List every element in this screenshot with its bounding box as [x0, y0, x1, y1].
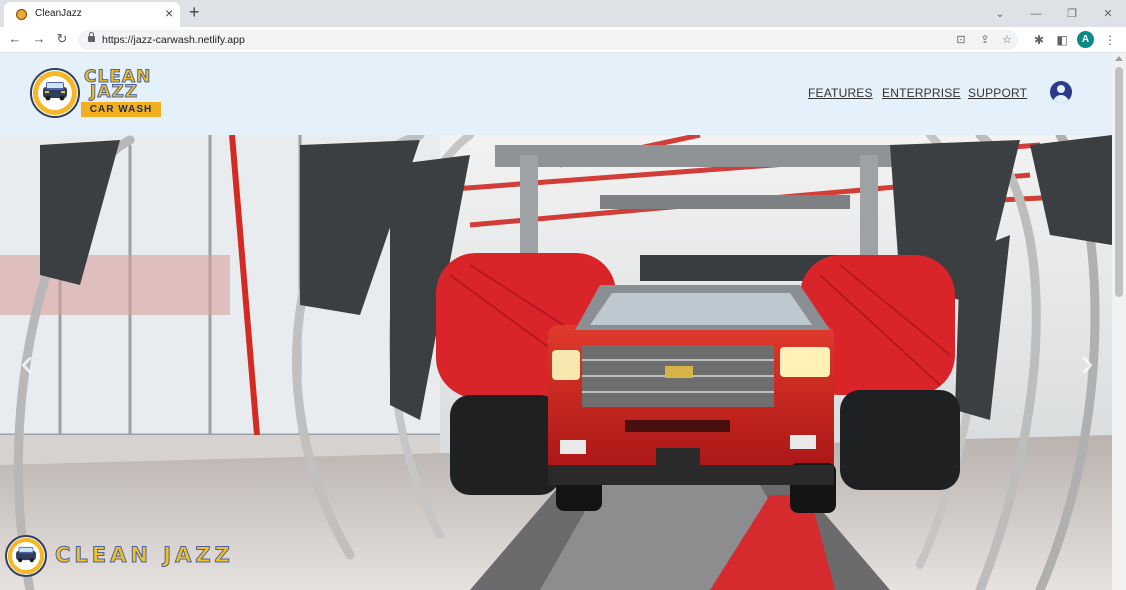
url-text[interactable]: https://jazz-carwash.netlify.app [102, 34, 245, 46]
logo-tagline: CAR WASH [81, 102, 161, 117]
hero-carousel: ‹ › CLEAN JAZZ [0, 135, 1112, 590]
user-account-icon[interactable] [1050, 81, 1072, 103]
site-logo[interactable]: CLEAN JAZZ CAR WASH [30, 67, 162, 120]
favicon-icon [16, 9, 27, 20]
extensions-icon[interactable]: ✱ [1030, 31, 1048, 49]
reload-icon[interactable]: ↻ [53, 30, 71, 48]
forward-icon[interactable]: → [30, 30, 48, 48]
profile-avatar[interactable]: A [1077, 31, 1094, 48]
hero-car-wash-image [0, 135, 1112, 590]
logo-word-jazz: JAZZ [89, 82, 139, 103]
nav-link-features[interactable]: FEATURES [808, 86, 873, 100]
scroll-thumb[interactable] [1115, 67, 1123, 297]
hero-caption-logo: CLEAN JAZZ [5, 535, 245, 579]
site-header: CLEAN JAZZ CAR WASH FEATURES ENTERPRISE … [0, 53, 1112, 135]
hero-logo-text: CLEAN JAZZ [55, 543, 234, 568]
address-bar[interactable]: https://jazz-carwash.netlify.app ⊡ ⇪ ☆ [78, 30, 1018, 50]
scroll-up-arrow-icon[interactable] [1115, 56, 1123, 61]
tab-title: CleanJazz [35, 8, 82, 19]
menu-icon[interactable]: ⋮ [1101, 31, 1119, 49]
close-window-icon[interactable]: ✕ [1090, 0, 1126, 27]
logo-badge [30, 68, 80, 118]
lock-icon[interactable] [88, 32, 95, 42]
page-scrollbar[interactable] [1112, 53, 1126, 590]
car-wash-logo-icon [33, 71, 77, 115]
tab-search-icon[interactable]: ⌄ [982, 0, 1018, 27]
browser-tab[interactable]: CleanJazz × [4, 2, 180, 27]
browser-tabstrip: CleanJazz × + ⌄ — ❐ ✕ [0, 0, 1126, 27]
tab-close-icon[interactable]: × [165, 5, 173, 21]
side-panel-icon[interactable]: ◧ [1053, 31, 1071, 49]
back-icon[interactable]: ← [6, 30, 24, 48]
car-wash-logo-icon [7, 537, 45, 575]
bookmark-star-icon[interactable]: ☆ [1000, 33, 1014, 47]
carousel-next-button[interactable]: › [1074, 340, 1100, 386]
share-icon[interactable]: ⇪ [978, 33, 992, 47]
new-tab-button[interactable]: + [189, 1, 200, 23]
maximize-icon[interactable]: ❐ [1054, 0, 1090, 27]
browser-toolbar: ← → ↻ https://jazz-carwash.netlify.app ⊡… [0, 27, 1126, 53]
hero-logo-badge [5, 535, 47, 577]
web-page: CLEAN JAZZ CAR WASH FEATURES ENTERPRISE … [0, 53, 1112, 590]
window-controls: ⌄ — ❐ ✕ [982, 0, 1126, 27]
install-icon[interactable]: ⊡ [954, 33, 968, 47]
nav-link-support[interactable]: SUPPORT [968, 86, 1027, 100]
carousel-prev-button[interactable]: ‹ [14, 340, 40, 386]
minimize-icon[interactable]: — [1018, 0, 1054, 27]
nav-link-enterprise[interactable]: ENTERPRISE [882, 86, 961, 100]
